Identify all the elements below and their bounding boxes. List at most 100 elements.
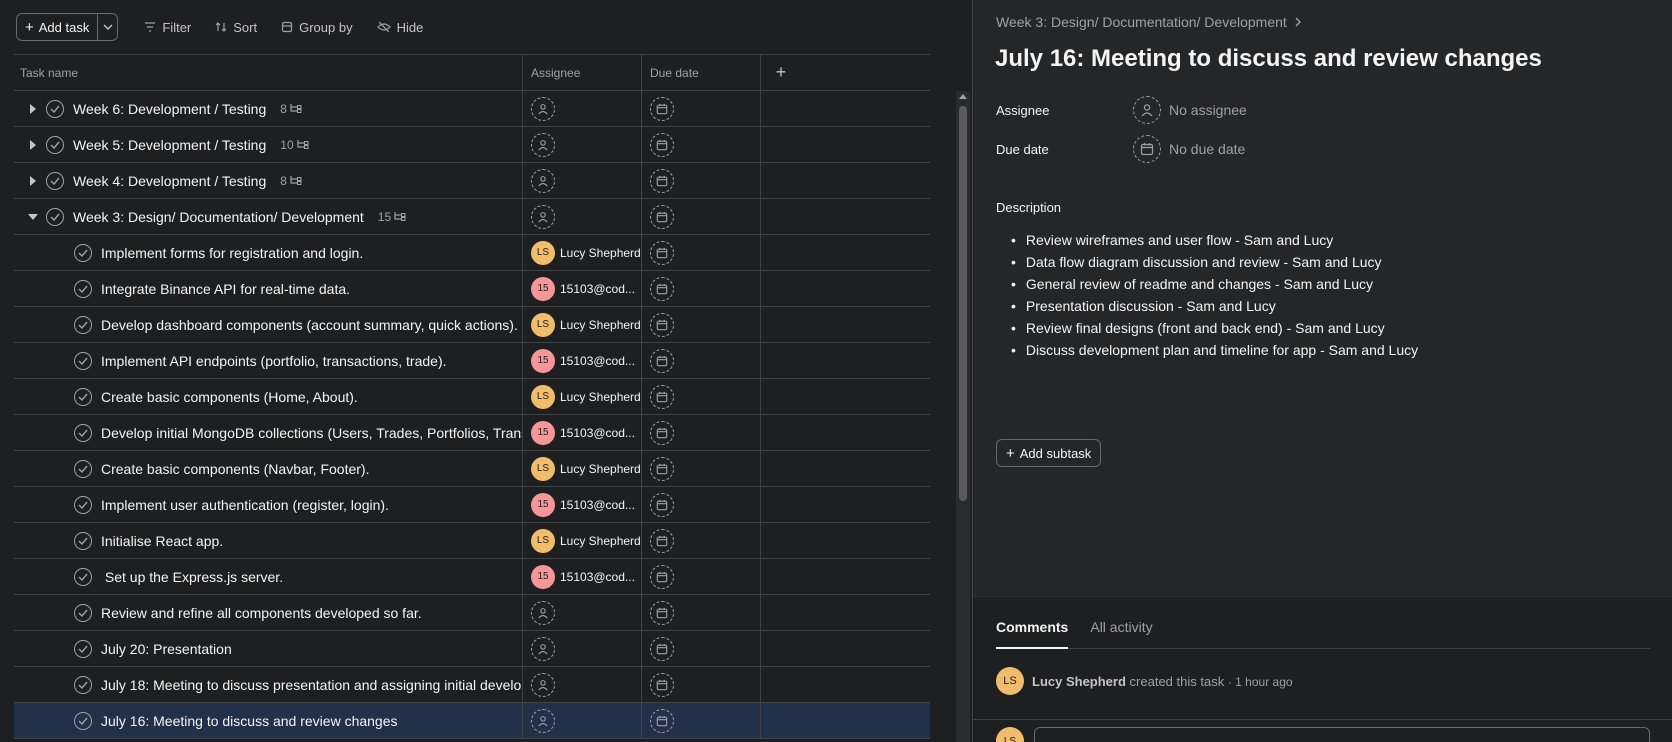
assignee-cell[interactable]: LS Lucy Shepherd: [523, 523, 642, 558]
task-name-cell[interactable]: Create basic components (Navbar, Footer)…: [14, 451, 523, 486]
check-icon[interactable]: [74, 495, 92, 514]
assignee-cell[interactable]: LS Lucy Shepherd: [523, 307, 642, 342]
check-icon[interactable]: [74, 243, 92, 262]
add-column-button[interactable]: +: [761, 55, 801, 90]
due-date-cell[interactable]: [642, 415, 761, 450]
due-date-cell[interactable]: [642, 631, 761, 666]
assignee-cell[interactable]: 15 15103@cod...: [523, 343, 642, 378]
add-task-dropdown[interactable]: [97, 14, 117, 40]
subtask-count[interactable]: 15: [378, 210, 406, 224]
assignee-cell[interactable]: 15 15103@cod...: [523, 487, 642, 522]
assignee-cell[interactable]: [523, 199, 642, 234]
due-date-cell[interactable]: [642, 163, 761, 198]
task-name-cell[interactable]: Initialise React app.: [14, 523, 523, 558]
task-name-cell[interactable]: Review and refine all components develop…: [14, 595, 523, 630]
breadcrumb[interactable]: Week 3: Design/ Documentation/ Developme…: [996, 14, 1301, 30]
check-icon[interactable]: [74, 387, 92, 406]
activity-user[interactable]: Lucy Shepherd: [1032, 674, 1126, 689]
table-row[interactable]: Develop initial MongoDB collections (Use…: [14, 415, 930, 451]
check-icon[interactable]: [46, 207, 64, 226]
due-date-cell[interactable]: [642, 523, 761, 558]
due-date-cell[interactable]: [642, 595, 761, 630]
hide-button[interactable]: Hide: [376, 20, 423, 35]
due-date-cell[interactable]: [642, 667, 761, 702]
table-row[interactable]: Implement API endpoints (portfolio, tran…: [14, 343, 930, 379]
task-name-cell[interactable]: Create basic components (Home, About).: [14, 379, 523, 414]
due-date-cell[interactable]: [642, 559, 761, 594]
table-row[interactable]: July 16: Meeting to discuss and review c…: [14, 703, 930, 739]
due-date-cell[interactable]: [642, 487, 761, 522]
check-icon[interactable]: [74, 603, 92, 622]
table-row[interactable]: Integrate Binance API for real-time data…: [14, 271, 930, 307]
check-icon[interactable]: [74, 459, 92, 478]
task-name-cell[interactable]: Implement API endpoints (portfolio, tran…: [14, 343, 523, 378]
check-icon[interactable]: [46, 171, 64, 190]
section-row[interactable]: Week 3: Design/ Documentation/ Developme…: [14, 199, 930, 235]
subtask-count[interactable]: 8: [280, 102, 302, 116]
caret-right-icon[interactable]: [24, 139, 42, 150]
subtask-count[interactable]: 10: [280, 138, 309, 152]
due-date-value[interactable]: No due date: [1133, 135, 1245, 163]
due-date-cell[interactable]: [642, 307, 761, 342]
sort-button[interactable]: Sort: [215, 20, 257, 35]
due-date-cell[interactable]: [642, 451, 761, 486]
assignee-value[interactable]: No assignee: [1133, 96, 1247, 124]
due-date-cell[interactable]: [642, 379, 761, 414]
due-date-cell[interactable]: [642, 127, 761, 162]
assignee-cell[interactable]: [523, 91, 642, 126]
table-row[interactable]: July 18: Meeting to discuss presentation…: [14, 667, 930, 703]
table-row[interactable]: Initialise React app. LS Lucy Shepherd: [14, 523, 930, 559]
assignee-cell[interactable]: [523, 127, 642, 162]
section-row[interactable]: Week 5: Development / Testing 10: [14, 127, 930, 163]
task-name-cell[interactable]: July 18: Meeting to discuss presentation…: [14, 667, 523, 702]
task-title[interactable]: July 16: Meeting to discuss and review c…: [995, 45, 1542, 73]
task-name-cell[interactable]: Implement forms for registration and log…: [14, 235, 523, 270]
scroll-up-icon[interactable]: [959, 94, 967, 99]
due-date-cell[interactable]: [642, 271, 761, 306]
description-list[interactable]: Review wireframes and user flow - Sam an…: [1011, 229, 1418, 361]
task-name-cell[interactable]: Week 4: Development / Testing 8: [14, 163, 523, 198]
task-name-cell[interactable]: Implement user authentication (register,…: [14, 487, 523, 522]
check-icon[interactable]: [74, 531, 92, 550]
due-date-cell[interactable]: [642, 343, 761, 378]
assignee-cell[interactable]: [523, 631, 642, 666]
task-name-cell[interactable]: Week 3: Design/ Documentation/ Developme…: [14, 199, 523, 234]
check-icon[interactable]: [74, 423, 92, 442]
filter-button[interactable]: Filter: [144, 20, 191, 35]
task-name-cell[interactable]: Develop dashboard components (account su…: [14, 307, 523, 342]
tab-comments[interactable]: Comments: [996, 619, 1069, 649]
table-row[interactable]: Implement user authentication (register,…: [14, 487, 930, 523]
add-task-button[interactable]: + Add task: [17, 14, 97, 40]
table-row[interactable]: Create basic components (Navbar, Footer)…: [14, 451, 930, 487]
check-icon[interactable]: [74, 315, 92, 334]
check-icon[interactable]: [74, 639, 92, 658]
assignee-cell[interactable]: LS Lucy Shepherd: [523, 379, 642, 414]
assignee-cell[interactable]: [523, 163, 642, 198]
add-subtask-button[interactable]: + Add subtask: [996, 439, 1102, 467]
column-task-name[interactable]: Task name: [14, 55, 523, 90]
group-by-button[interactable]: Group by: [281, 20, 353, 35]
due-date-cell[interactable]: [642, 199, 761, 234]
assignee-cell[interactable]: LS Lucy Shepherd: [523, 235, 642, 270]
table-row[interactable]: Review and refine all components develop…: [14, 595, 930, 631]
section-row[interactable]: Week 6: Development / Testing 8: [14, 91, 930, 127]
assignee-cell[interactable]: [523, 667, 642, 702]
section-row[interactable]: Week 4: Development / Testing 8: [14, 163, 930, 199]
task-name-cell[interactable]: Week 6: Development / Testing 8: [14, 91, 523, 126]
assignee-cell[interactable]: [523, 703, 642, 738]
due-date-cell[interactable]: [642, 235, 761, 270]
subtask-count[interactable]: 8: [280, 174, 302, 188]
tab-all-activity[interactable]: All activity: [1090, 619, 1152, 649]
caret-right-icon[interactable]: [24, 103, 42, 114]
task-name-cell[interactable]: Set up the Express.js server.: [14, 559, 523, 594]
assignee-cell[interactable]: 15 15103@cod...: [523, 415, 642, 450]
table-row[interactable]: Implement forms for registration and log…: [14, 235, 930, 271]
table-row[interactable]: Develop dashboard components (account su…: [14, 307, 930, 343]
task-name-cell[interactable]: Develop initial MongoDB collections (Use…: [14, 415, 523, 450]
table-row[interactable]: July 20: Presentation: [14, 631, 930, 667]
comment-input[interactable]: [1034, 727, 1650, 742]
task-name-cell[interactable]: Week 5: Development / Testing 10: [14, 127, 523, 162]
table-row[interactable]: Set up the Express.js server. 15 15103@cod…: [14, 559, 930, 595]
assignee-cell[interactable]: 15 15103@cod...: [523, 271, 642, 306]
assignee-cell[interactable]: LS Lucy Shepherd: [523, 451, 642, 486]
